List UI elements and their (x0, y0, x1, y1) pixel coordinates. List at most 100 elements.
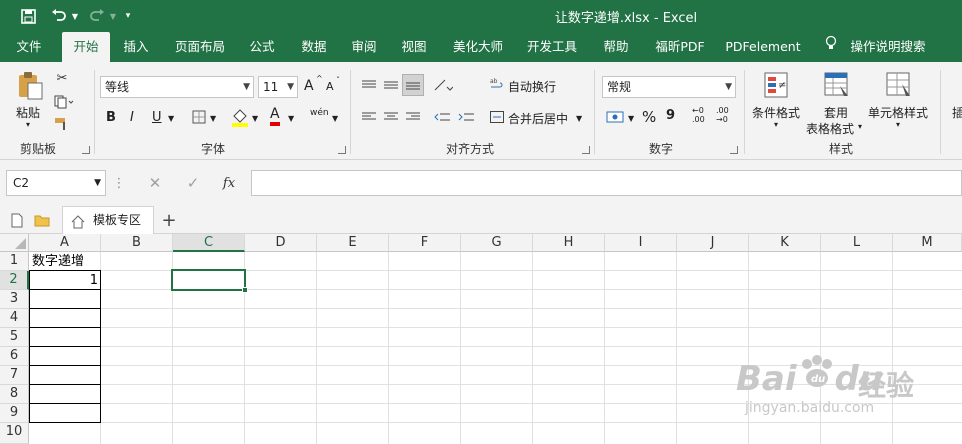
column-header-j[interactable]: J (677, 234, 749, 252)
format-as-table-icon[interactable] (822, 70, 852, 102)
increase-indent-icon[interactable] (456, 108, 476, 126)
font-size-select[interactable]: 11 ▼ (258, 76, 298, 98)
row-header-2[interactable]: 2 (0, 271, 29, 290)
shrink-font-icon[interactable]: A (326, 80, 334, 93)
fill-color-icon[interactable] (230, 106, 250, 128)
phonetic-guide-button[interactable]: wén (310, 108, 329, 118)
copy-icon[interactable] (52, 92, 76, 112)
enter-icon[interactable]: ✓ (180, 174, 206, 192)
row-header-6[interactable]: 6 (0, 347, 29, 366)
merge-center-button[interactable]: 合并后居中 (508, 110, 568, 127)
cell-a1[interactable]: 数字递增 (32, 252, 112, 271)
row-header-3[interactable]: 3 (0, 290, 29, 309)
column-header-f[interactable]: F (389, 234, 461, 252)
borders-icon[interactable] (190, 108, 208, 126)
font-launcher-icon[interactable] (338, 146, 346, 154)
column-header-d[interactable]: D (245, 234, 317, 252)
tab-pdfelement[interactable]: PDFelement (722, 32, 804, 62)
format-as-table-button[interactable]: 表格格式 (806, 120, 854, 137)
column-header-a[interactable]: A (29, 234, 101, 252)
column-header-h[interactable]: H (533, 234, 605, 252)
tab-home[interactable]: 开始 (62, 32, 110, 62)
borders-dropdown-icon[interactable]: ▼ (210, 114, 216, 123)
column-header-g[interactable]: G (461, 234, 533, 252)
fill-handle[interactable] (242, 287, 248, 293)
format-painter-icon[interactable] (52, 114, 72, 134)
tell-me-search[interactable]: 操作说明搜索 (846, 32, 930, 62)
tab-developer[interactable]: 开发工具 (520, 32, 584, 62)
column-header-i[interactable]: I (605, 234, 677, 252)
number-launcher-icon[interactable] (730, 146, 738, 154)
tab-view[interactable]: 视图 (392, 32, 436, 62)
font-color-dropdown-icon[interactable]: ▼ (288, 114, 294, 123)
row-header-8[interactable]: 8 (0, 385, 29, 404)
tab-insert[interactable]: 插入 (114, 32, 158, 62)
clipboard-launcher-icon[interactable] (82, 146, 90, 154)
orientation-icon[interactable] (430, 76, 456, 94)
cell-a2[interactable]: 1 (30, 271, 98, 290)
row-header-1[interactable]: 1 (0, 252, 29, 271)
phonetic-dropdown-icon[interactable]: ▼ (332, 114, 338, 123)
decrease-decimal-button[interactable]: .00 →0 (716, 106, 736, 124)
row-header-5[interactable]: 5 (0, 328, 29, 347)
font-name-select[interactable]: 等线 ▼ (100, 76, 254, 98)
row-header-9[interactable]: 9 (0, 404, 29, 423)
tab-formulas[interactable]: 公式 (240, 32, 284, 62)
name-box[interactable]: C2 ▼ (6, 170, 106, 196)
conditional-formatting-button[interactable]: 条件格式 (752, 104, 800, 121)
accounting-format-icon[interactable] (604, 108, 626, 126)
worksheet-grid[interactable]: A B C D E F G H I J K L M 1 2 3 4 5 6 7 … (0, 234, 962, 444)
template-zone-tab[interactable]: 模板专区 (62, 206, 154, 234)
merge-center-icon[interactable] (488, 108, 506, 126)
fill-dropdown-icon[interactable]: ▼ (252, 114, 258, 123)
wrap-text-icon[interactable]: ab (488, 74, 506, 94)
grow-font-icon[interactable]: A (304, 78, 314, 94)
folder-icon[interactable] (32, 211, 52, 229)
alignment-launcher-icon[interactable] (582, 146, 590, 154)
align-top-icon[interactable] (360, 76, 378, 94)
percent-style-button[interactable]: % (642, 108, 656, 126)
row-header-4[interactable]: 4 (0, 309, 29, 328)
number-format-select[interactable]: 常规 ▼ (602, 76, 736, 98)
column-header-b[interactable]: B (101, 234, 173, 252)
merge-dropdown-icon[interactable]: ▼ (576, 114, 582, 123)
comma-style-button[interactable]: 9 (666, 108, 675, 123)
align-center-icon[interactable] (382, 108, 400, 126)
tab-file[interactable]: 文件 (6, 32, 52, 62)
active-cell-c2[interactable] (171, 269, 246, 291)
italic-button[interactable]: I (130, 110, 134, 125)
tab-review[interactable]: 审阅 (342, 32, 386, 62)
format-as-table-line1[interactable]: 套用 (824, 104, 848, 121)
select-all-corner[interactable] (0, 234, 29, 252)
tab-page-layout[interactable]: 页面布局 (168, 32, 232, 62)
font-color-button[interactable]: A (270, 106, 280, 126)
increase-decimal-button[interactable]: ←0 .00 (692, 106, 712, 124)
cut-icon[interactable]: ✂ (52, 68, 72, 88)
row-header-10[interactable]: 10 (0, 423, 29, 444)
lightbulb-icon[interactable] (820, 32, 842, 62)
conditional-formatting-icon[interactable]: ≠ (762, 70, 792, 102)
underline-dropdown-icon[interactable]: ▼ (168, 114, 174, 123)
wrap-text-button[interactable]: 自动换行 (508, 78, 556, 95)
column-header-l[interactable]: L (821, 234, 893, 252)
cell-styles-dropdown-icon[interactable]: ▾ (896, 120, 900, 129)
bold-button[interactable]: B (106, 110, 116, 125)
tab-help[interactable]: 帮助 (594, 32, 638, 62)
column-header-e[interactable]: E (317, 234, 389, 252)
cancel-icon[interactable]: ✕ (142, 174, 168, 192)
new-document-icon[interactable] (8, 211, 26, 229)
underline-button[interactable]: U (152, 110, 162, 125)
align-left-icon[interactable] (360, 108, 378, 126)
decrease-indent-icon[interactable] (432, 108, 452, 126)
accounting-dropdown-icon[interactable]: ▼ (628, 114, 634, 123)
add-tab-button[interactable]: + (158, 209, 180, 231)
cell-styles-button[interactable]: 单元格样式 (868, 104, 928, 121)
tab-foxit-pdf[interactable]: 福昕PDF (648, 32, 712, 62)
paste-button[interactable]: 粘贴 (16, 104, 40, 121)
drag-handle-icon[interactable]: ⋮ (113, 176, 126, 191)
align-middle-icon[interactable] (382, 76, 400, 94)
column-header-m[interactable]: M (893, 234, 962, 252)
row-header-7[interactable]: 7 (0, 366, 29, 385)
insert-function-button[interactable]: fx (216, 174, 242, 192)
column-header-k[interactable]: K (749, 234, 821, 252)
